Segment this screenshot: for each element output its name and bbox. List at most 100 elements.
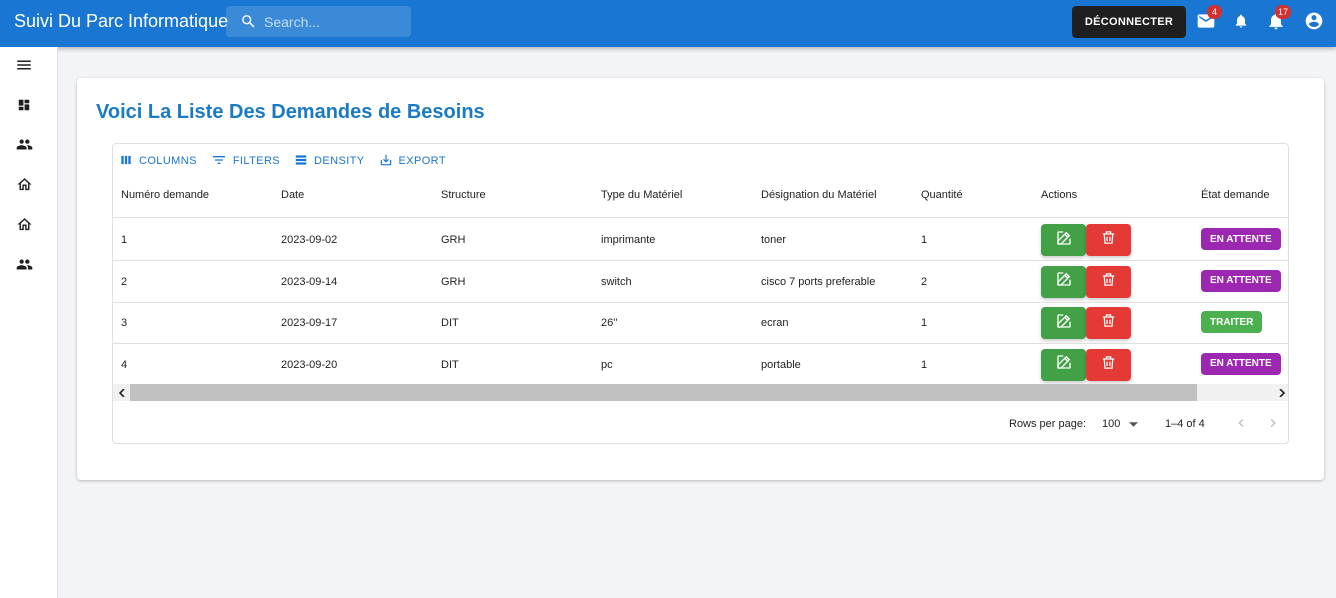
table-row[interactable]: 1 2023-09-02 GRH imprimante toner 1 EN ATTENTE <box>113 219 1288 261</box>
edit-button[interactable] <box>1041 224 1086 256</box>
cell-quantite: 1 <box>921 358 928 371</box>
export-label: EXPORT <box>398 155 446 167</box>
cell-quantite: 1 <box>921 317 928 329</box>
edit-button[interactable] <box>1041 307 1086 339</box>
cell-designation: toner <box>761 234 787 246</box>
app-title: Suivi Du Parc Informatique <box>14 11 229 31</box>
export-button[interactable]: EXPORT <box>379 152 446 170</box>
download-icon <box>379 153 393 170</box>
notifications-button[interactable]: 17 <box>1264 5 1292 35</box>
cell-structure: GRH <box>441 275 466 288</box>
header-numero[interactable]: Numéro demande <box>121 189 209 201</box>
grid-footer: Rows per page: 100 1–4 of 4 <box>113 402 1288 443</box>
edit-icon <box>1055 229 1073 252</box>
alert-button[interactable] <box>1229 11 1253 35</box>
cell-type: switch <box>601 275 632 288</box>
cell-type: pc <box>601 358 613 371</box>
trash-icon <box>1100 271 1117 293</box>
home-icon <box>16 176 33 198</box>
cell-date: 2023-09-14 <box>281 275 338 288</box>
home-outline-icon <box>16 216 33 238</box>
pagination-range: 1–4 of 4 <box>1165 418 1205 430</box>
rows-per-page-label: Rows per page: <box>1009 418 1087 430</box>
search-input[interactable] <box>264 6 404 37</box>
logout-button[interactable]: DÉCONNECTER <box>1072 6 1186 38</box>
sidebar-item-dashboard[interactable] <box>14 97 34 117</box>
dashboard-icon <box>17 98 31 117</box>
account-button[interactable] <box>1302 11 1326 35</box>
content-card: Voici La Liste Des Demandes de Besoins C… <box>77 78 1324 480</box>
previous-page-icon[interactable] <box>1233 415 1249 434</box>
density-icon <box>294 153 308 170</box>
search-box[interactable] <box>226 6 411 37</box>
sidebar-item-users[interactable] <box>14 137 34 157</box>
delete-button[interactable] <box>1086 265 1131 298</box>
rows-per-page-value: 100 <box>1102 418 1121 430</box>
edit-icon <box>1055 312 1073 335</box>
next-page-icon[interactable] <box>1265 415 1281 434</box>
sidebar-item-users-2[interactable] <box>14 257 34 277</box>
density-button[interactable]: DENSITY <box>294 152 364 170</box>
cell-date: 2023-09-17 <box>281 317 338 329</box>
cell-quantite: 1 <box>921 234 928 246</box>
sidebar <box>0 47 58 598</box>
notifications-badge: 17 <box>1275 5 1292 19</box>
horizontal-scrollbar[interactable] <box>113 384 1288 401</box>
cell-date: 2023-09-02 <box>281 234 338 246</box>
table-row[interactable]: 2 2023-09-14 GRH switch cisco 7 ports prefer… <box>113 261 1288 303</box>
page-title: Voici La Liste Des Demandes de Besoins <box>96 101 485 123</box>
delete-button[interactable] <box>1086 348 1131 381</box>
grid-toolbar: COLUMNS FILTERS DENSITY EXPORT <box>119 152 446 170</box>
header-type[interactable]: Type du Matériel <box>601 189 682 201</box>
cell-numero: 1 <box>121 234 128 246</box>
density-label: DENSITY <box>314 155 365 167</box>
cell-designation: cisco 7 ports preferable <box>761 275 876 288</box>
data-grid: COLUMNS FILTERS DENSITY EXPORT Numéro de… <box>112 143 1289 444</box>
sidebar-item-home-2[interactable] <box>14 217 34 237</box>
mail-button[interactable]: 4 <box>1194 5 1222 35</box>
scroll-left-icon[interactable] <box>113 384 130 401</box>
cell-structure: DIT <box>441 358 459 371</box>
status-badge: EN ATTENTE <box>1201 228 1281 250</box>
header-quantite[interactable]: Quantité <box>921 189 963 201</box>
mail-badge: 4 <box>1207 5 1222 19</box>
sidebar-item-home[interactable] <box>14 177 34 197</box>
header-structure[interactable]: Structure <box>441 189 486 201</box>
edit-button[interactable] <box>1041 348 1086 381</box>
columns-icon <box>119 153 133 170</box>
cell-designation: ecran <box>761 317 789 329</box>
filters-button[interactable]: FILTERS <box>211 152 280 170</box>
cell-numero: 2 <box>121 275 128 288</box>
cell-structure: DIT <box>441 317 459 329</box>
table-row[interactable]: 4 2023-09-20 DIT pc portable 1 EN ATTENTE <box>113 344 1288 386</box>
account-icon <box>1304 11 1324 36</box>
edit-button[interactable] <box>1041 265 1086 298</box>
chevron-down-icon <box>1129 418 1139 430</box>
filter-icon <box>211 152 227 171</box>
status-badge: TRAITER <box>1201 311 1263 333</box>
delete-button[interactable] <box>1086 307 1131 339</box>
columns-button[interactable]: COLUMNS <box>119 152 197 170</box>
table-row[interactable]: 3 2023-09-17 DIT 26'' ecran 1 TRAITER <box>113 302 1288 344</box>
search-icon <box>240 13 257 35</box>
scroll-right-icon[interactable] <box>1273 384 1288 401</box>
header-date[interactable]: Date <box>281 189 304 201</box>
trash-icon <box>1100 354 1117 376</box>
cell-date: 2023-09-20 <box>281 358 338 371</box>
header-designation[interactable]: Désignation du Matériel <box>761 189 877 201</box>
cell-quantite: 2 <box>921 275 928 288</box>
scrollbar-thumb[interactable] <box>130 384 1197 401</box>
trash-icon <box>1100 312 1117 334</box>
filters-label: FILTERS <box>232 155 281 167</box>
header-etat[interactable]: État demande <box>1201 189 1270 201</box>
cell-structure: GRH <box>441 234 466 246</box>
trash-icon <box>1100 229 1117 251</box>
delete-button[interactable] <box>1086 224 1131 256</box>
cell-type: imprimante <box>601 234 656 246</box>
cell-designation: portable <box>761 358 801 371</box>
edit-icon <box>1055 270 1073 293</box>
menu-toggle[interactable] <box>14 57 34 77</box>
rows-per-page-select[interactable]: 100 <box>1102 418 1139 430</box>
cell-numero: 4 <box>121 358 128 371</box>
cell-numero: 3 <box>121 317 128 329</box>
